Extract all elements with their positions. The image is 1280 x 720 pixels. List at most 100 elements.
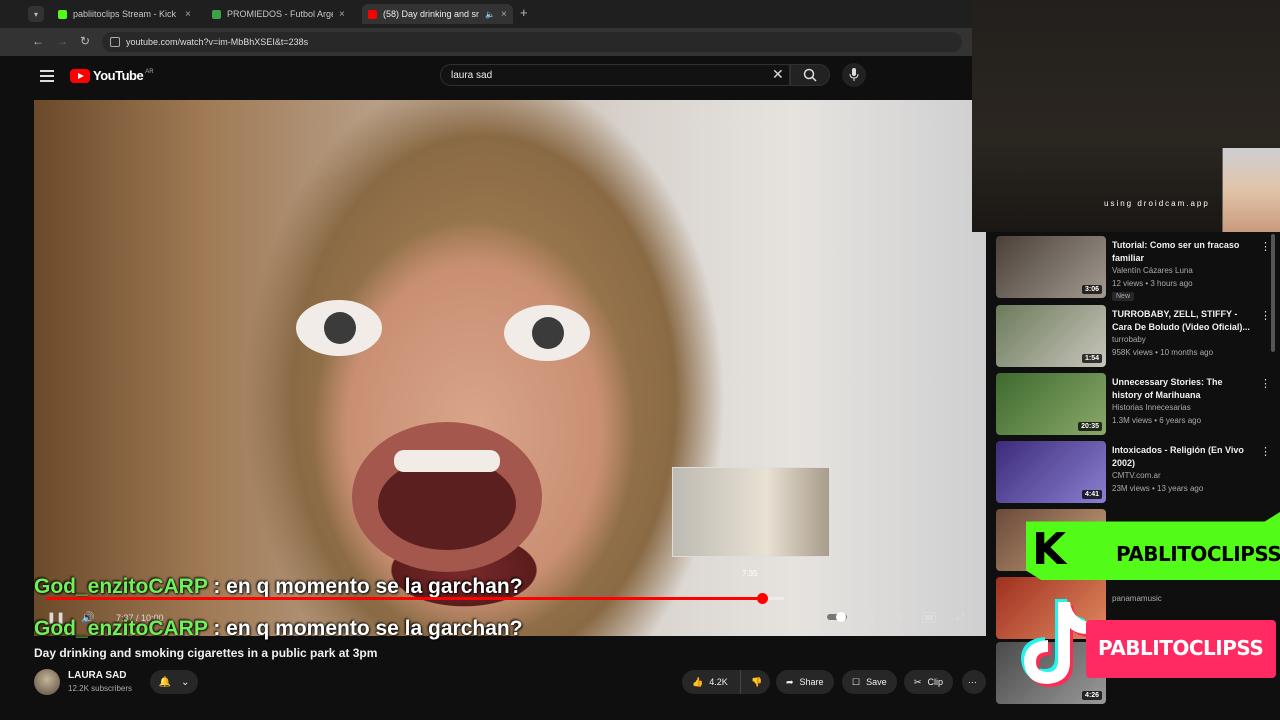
country-code: AR bbox=[145, 68, 154, 75]
share-arrow-icon: ➦ bbox=[786, 676, 794, 687]
tab-youtube-active[interactable]: (58) Day drinking and smoking 🔈 × bbox=[362, 4, 513, 24]
more-options-icon[interactable]: ⋮ bbox=[1260, 309, 1271, 322]
recommended-video-title[interactable]: Intoxicados - Religión (En Vivo 2002) bbox=[1112, 444, 1252, 470]
autoplay-toggle-icon[interactable] bbox=[826, 610, 848, 624]
theater-mode-icon[interactable] bbox=[921, 610, 937, 624]
kick-favicon-icon bbox=[58, 9, 67, 19]
speaker-icon[interactable]: 🔈 bbox=[485, 10, 495, 19]
video-thumbnail[interactable]: 20:35 bbox=[996, 373, 1106, 435]
forward-arrow-icon[interactable]: → bbox=[56, 34, 68, 48]
video-duration: 4:26 bbox=[1081, 691, 1102, 700]
recommended-video-channel[interactable]: turrobaby bbox=[1112, 335, 1146, 344]
search-input[interactable]: laura sad bbox=[440, 64, 790, 86]
kick-channel-name: PABLITOCLIPSS bbox=[1116, 542, 1280, 566]
video-thumbnail[interactable]: 1:54 bbox=[996, 305, 1106, 367]
bookmark-icon: ☐ bbox=[852, 676, 861, 687]
recommended-video[interactable]: 3:06 Tutorial: Como ser un fracaso famili… bbox=[996, 236, 1272, 301]
more-options-icon[interactable]: ⋮ bbox=[1260, 377, 1271, 390]
close-tab-icon[interactable]: × bbox=[185, 9, 191, 20]
recommended-video-channel[interactable]: panamamusic bbox=[1112, 594, 1162, 603]
progress-scrubber[interactable] bbox=[757, 593, 768, 604]
kick-overlay-banner: K PABLITOCLIPSS bbox=[1026, 512, 1280, 580]
video-title: Day drinking and smoking cigarettes in a… bbox=[34, 646, 378, 660]
recommended-video-channel[interactable]: CMTV.com.ar bbox=[1112, 471, 1161, 480]
thumbs-up-icon: 👍 bbox=[692, 676, 704, 687]
seek-preview-time: 7:35 bbox=[742, 569, 758, 578]
like-button[interactable]: 👍 4.2K bbox=[682, 670, 740, 694]
tab-search-button[interactable]: ▾ bbox=[28, 6, 44, 22]
captions-icon[interactable]: CC bbox=[858, 610, 874, 624]
search-value: laura sad bbox=[451, 69, 493, 81]
url-text: youtube.com/watch?v=im-MbBhXSEI&t=238s bbox=[126, 37, 309, 47]
close-tab-icon[interactable]: × bbox=[501, 9, 507, 20]
recommended-video-title[interactable]: Unnecessary Stories: The history of Mari… bbox=[1112, 376, 1252, 402]
clip-label: Clip bbox=[927, 677, 944, 687]
subscriber-count: 12.2K subscribers bbox=[68, 684, 133, 693]
site-info-icon[interactable] bbox=[110, 37, 120, 47]
chat-username: God_enzitoCARP bbox=[34, 575, 208, 598]
back-arrow-icon[interactable]: ← bbox=[32, 34, 44, 48]
tiktok-logo-icon bbox=[1021, 599, 1091, 687]
browser-tab-bar: ▾ pabliitoclips Stream - Kick Dash × PRO… bbox=[0, 0, 972, 28]
address-bar-row: ← → ↻ youtube.com/watch?v=im-MbBhXSEI&t=… bbox=[0, 28, 972, 56]
like-count: 4.2K bbox=[709, 677, 728, 687]
video-player[interactable] bbox=[34, 100, 986, 636]
recommended-video-title[interactable]: Tutorial: Como ser un fracaso familiar bbox=[1112, 239, 1252, 265]
chat-message: God_enzitoCARP : en q momento se la garc… bbox=[34, 617, 523, 641]
svg-text:CC: CC bbox=[862, 616, 871, 622]
channel-avatar[interactable] bbox=[34, 669, 60, 695]
reload-icon[interactable]: ↻ bbox=[80, 34, 90, 48]
save-button[interactable]: ☐ Save bbox=[842, 670, 897, 694]
youtube-header: YouTube AR laura sad ✕ bbox=[24, 56, 972, 100]
tab-kick[interactable]: pabliitoclips Stream - Kick Dash × bbox=[52, 4, 197, 24]
recommended-video-channel[interactable]: Valentín Cázares Luna bbox=[1112, 266, 1193, 275]
recommended-video[interactable]: 20:35 Unnecessary Stories: The history of… bbox=[996, 373, 1272, 435]
recommended-video[interactable]: 1:54 TURROBABY, ZELL, STIFFY - Cara De Bo… bbox=[996, 305, 1272, 367]
more-options-icon[interactable]: ⋮ bbox=[1260, 445, 1271, 458]
video-frame-eye bbox=[296, 300, 382, 356]
tab-title: pabliitoclips Stream - Kick Dash bbox=[73, 9, 179, 19]
notification-bell-button[interactable]: 🔔 ⌄ bbox=[150, 670, 198, 694]
clear-search-icon[interactable]: ✕ bbox=[772, 66, 784, 83]
video-duration: 1:54 bbox=[1081, 354, 1102, 363]
video-duration: 20:35 bbox=[1078, 422, 1102, 431]
tab-title: PROMIEDOS - Futbol Argentino bbox=[227, 9, 333, 19]
promiedos-favicon-icon bbox=[212, 9, 221, 19]
tab-title: (58) Day drinking and smoking bbox=[383, 9, 479, 19]
channel-name[interactable]: LAURA SAD bbox=[68, 670, 127, 681]
share-label: Share bbox=[799, 677, 824, 687]
new-badge: New bbox=[1112, 292, 1135, 301]
recommended-video-meta: 1.3M views • 6 years ago bbox=[1112, 416, 1202, 425]
url-field[interactable]: youtube.com/watch?v=im-MbBhXSEI&t=238s bbox=[102, 32, 962, 52]
youtube-favicon-icon bbox=[368, 9, 377, 19]
clip-button[interactable]: ✂ Clip bbox=[904, 670, 954, 694]
settings-gear-icon[interactable]: ⚙ bbox=[890, 610, 906, 624]
search-icon bbox=[803, 68, 817, 82]
close-tab-icon[interactable]: × bbox=[339, 9, 345, 20]
share-button[interactable]: ➦ Share bbox=[776, 670, 834, 694]
youtube-logo[interactable]: YouTube AR bbox=[70, 68, 154, 83]
youtube-play-icon bbox=[70, 68, 90, 83]
more-options-icon[interactable]: ⋮ bbox=[1260, 240, 1271, 253]
chevron-down-icon: ⌄ bbox=[181, 676, 190, 688]
fullscreen-icon[interactable]: ⤢ bbox=[952, 610, 968, 624]
recommended-video-channel[interactable]: Historias Innecesarias bbox=[1112, 403, 1191, 412]
more-dots-icon: ⋯ bbox=[968, 676, 977, 687]
video-thumbnail[interactable]: 4:41 bbox=[996, 441, 1106, 503]
droidcam-label: using droidcam.app bbox=[1104, 199, 1210, 208]
youtube-wordmark: YouTube bbox=[93, 68, 144, 83]
dislike-button[interactable]: 👎 bbox=[740, 670, 770, 694]
search-button[interactable] bbox=[790, 64, 830, 86]
progress-bar[interactable] bbox=[46, 593, 784, 604]
tiktok-overlay-banner: PABLITOCLIPSS bbox=[1086, 620, 1276, 678]
voice-search-button[interactable] bbox=[842, 63, 866, 87]
video-thumbnail[interactable]: 3:06 bbox=[996, 236, 1106, 298]
recommended-video[interactable]: 4:41 Intoxicados - Religión (En Vivo 2002… bbox=[996, 441, 1272, 503]
progress-fill bbox=[46, 597, 762, 600]
tab-promiedos[interactable]: PROMIEDOS - Futbol Argentino × bbox=[206, 4, 351, 24]
menu-icon[interactable] bbox=[40, 70, 54, 82]
chat-username: God_enzitoCARP bbox=[34, 617, 208, 640]
new-tab-button[interactable]: + bbox=[520, 5, 528, 20]
recommended-video-title[interactable]: TURROBABY, ZELL, STIFFY - Cara De Boludo… bbox=[1112, 308, 1252, 334]
more-actions-button[interactable]: ⋯ bbox=[962, 670, 986, 694]
